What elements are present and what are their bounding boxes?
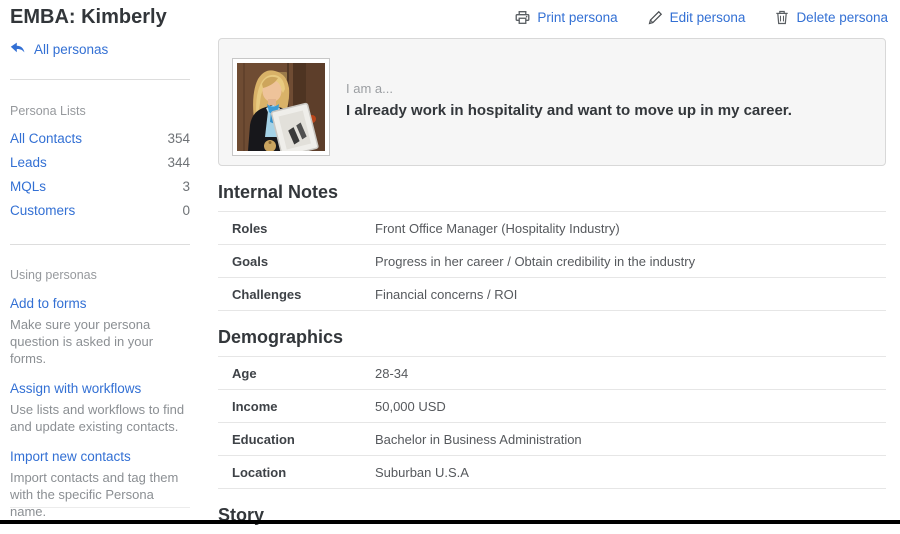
add-to-forms-link[interactable]: Add to forms xyxy=(10,296,190,311)
row-label: Age xyxy=(232,366,257,381)
all-contacts-count: 354 xyxy=(167,131,190,146)
import-new-contacts-link[interactable]: Import new contacts xyxy=(10,449,190,464)
table-row: Challenges Financial concerns / ROI xyxy=(218,277,886,311)
row-label: Goals xyxy=(232,254,269,269)
delete-persona-button[interactable]: Delete persona xyxy=(775,10,888,25)
row-label: Education xyxy=(232,432,295,447)
persona-quote-card: I am a... I already work in hospitality … xyxy=(218,38,886,166)
table-row: Income 50,000 USD xyxy=(218,389,886,422)
table-row: Goals Progress in her career / Obtain cr… xyxy=(218,244,886,277)
row-value: Financial concerns / ROI xyxy=(375,287,518,302)
tip-assign-with-workflows: Assign with workflows Use lists and work… xyxy=(10,381,190,435)
mqls-count: 3 xyxy=(182,179,190,194)
row-value: 50,000 USD xyxy=(375,399,446,414)
quote-lead-in: I am a... xyxy=(346,81,393,96)
page-title: EMBA: Kimberly xyxy=(10,6,167,28)
pencil-icon xyxy=(648,10,663,25)
print-persona-button[interactable]: Print persona xyxy=(515,10,618,25)
customers-count: 0 xyxy=(182,203,190,218)
delete-persona-label: Delete persona xyxy=(796,10,888,25)
table-row: Education Bachelor in Business Administr… xyxy=(218,422,886,455)
tip-import-new-contacts: Import new contacts Import contacts and … xyxy=(10,449,190,520)
using-personas-heading: Using personas xyxy=(10,268,97,282)
row-value: Suburban U.S.A xyxy=(375,465,469,480)
table-row: Location Suburban U.S.A xyxy=(218,455,886,489)
demographics-heading: Demographics xyxy=(218,327,344,347)
persona-quote: I already work in hospitality and want t… xyxy=(346,102,792,119)
import-new-contacts-description: Import contacts and tag them with the sp… xyxy=(10,470,179,519)
assign-with-workflows-link[interactable]: Assign with workflows xyxy=(10,381,190,396)
toolbar: Print persona Edit persona Delete person… xyxy=(515,10,888,25)
table-row: Age 28-34 xyxy=(218,356,886,389)
persona-lists-heading: Persona Lists xyxy=(10,104,86,118)
all-personas-label: All personas xyxy=(34,42,109,57)
row-value: Progress in her career / Obtain credibil… xyxy=(375,254,696,269)
list-item-all-contacts: All Contacts 354 xyxy=(10,131,190,146)
mqls-link[interactable]: MQLs xyxy=(10,179,46,194)
edit-persona-label: Edit persona xyxy=(669,10,746,25)
sidebar-divider xyxy=(10,507,190,508)
tip-add-to-forms: Add to forms Make sure your persona ques… xyxy=(10,296,190,367)
row-label: Challenges xyxy=(232,287,302,302)
section-internal-notes: Internal Notes Roles Front Office Manage… xyxy=(218,182,886,311)
all-personas-back-link[interactable]: All personas xyxy=(10,41,108,58)
using-personas-tips: Add to forms Make sure your persona ques… xyxy=(10,296,190,534)
row-label: Location xyxy=(232,465,287,480)
section-demographics: Demographics Age 28-34 Income 50,000 USD… xyxy=(218,327,886,489)
leads-link[interactable]: Leads xyxy=(10,155,47,170)
quote-block: I am a... I already work in hospitality … xyxy=(346,81,866,119)
trash-icon xyxy=(775,10,789,25)
list-item-mqls: MQLs 3 xyxy=(10,179,190,194)
leads-count: 344 xyxy=(167,155,190,170)
all-contacts-link[interactable]: All Contacts xyxy=(10,131,82,146)
persona-lists: All Contacts 354 Leads 344 MQLs 3 Custom… xyxy=(10,131,190,227)
sidebar-divider xyxy=(10,79,190,80)
main-content: I am a... I already work in hospitality … xyxy=(218,38,886,534)
row-value: Bachelor in Business Administration xyxy=(375,432,582,447)
table-row: Roles Front Office Manager (Hospitality … xyxy=(218,211,886,244)
list-item-leads: Leads 344 xyxy=(10,155,190,170)
internal-notes-heading: Internal Notes xyxy=(218,182,339,202)
assign-with-workflows-description: Use lists and workflows to find and upda… xyxy=(10,402,185,434)
row-label: Roles xyxy=(232,221,268,236)
edit-persona-button[interactable]: Edit persona xyxy=(648,10,746,25)
list-item-customers: Customers 0 xyxy=(10,203,190,218)
persona-photo xyxy=(232,58,330,156)
customers-link[interactable]: Customers xyxy=(10,203,75,218)
row-value: Front Office Manager (Hospitality Indust… xyxy=(375,221,620,236)
window-bottom-edge xyxy=(0,520,900,524)
add-to-forms-description: Make sure your persona question is asked… xyxy=(10,317,154,366)
print-persona-label: Print persona xyxy=(537,10,618,25)
row-value: 28-34 xyxy=(375,366,409,381)
printer-icon xyxy=(515,10,530,25)
back-arrow-icon xyxy=(10,41,26,58)
receptionist-photo-illustration xyxy=(237,63,325,151)
sidebar-divider xyxy=(10,244,190,245)
row-label: Income xyxy=(232,399,278,414)
